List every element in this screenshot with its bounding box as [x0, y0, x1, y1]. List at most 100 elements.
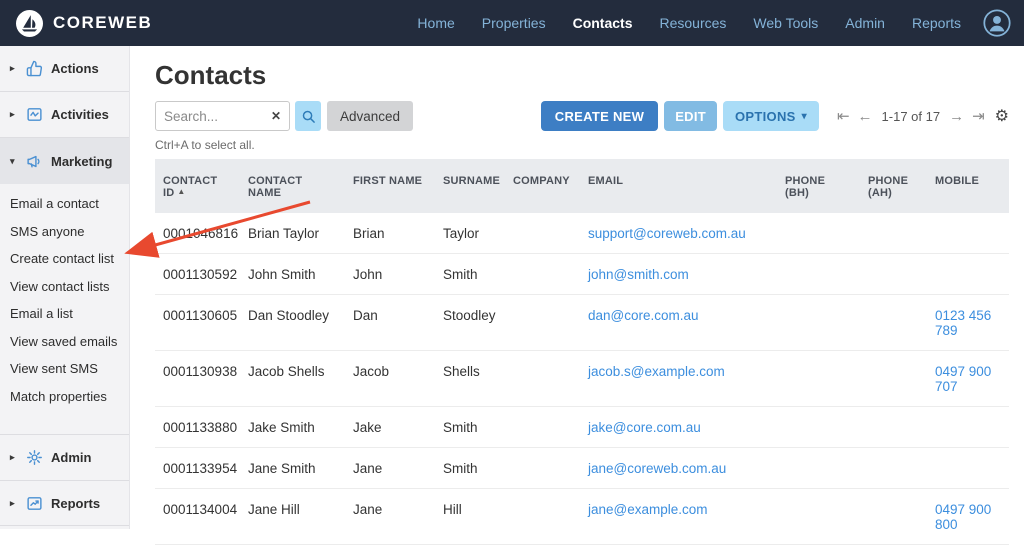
cell-surname: Stoodley	[435, 295, 505, 351]
marketing-submenu-item[interactable]: View contact lists	[0, 273, 129, 301]
cell-phone-ah	[860, 254, 927, 295]
marketing-submenu: Email a contactSMS anyoneCreate contact …	[0, 184, 129, 434]
table-settings-gear-icon[interactable]: ⚙	[989, 106, 1009, 126]
table-row[interactable]: 0001130938 Jacob Shells Jacob Shells jac…	[155, 351, 1009, 407]
email-link[interactable]: jacob.s@example.com	[588, 364, 725, 379]
chevron-down-icon: ▾	[802, 111, 807, 122]
table-column-header[interactable]: MOBILE	[927, 159, 1009, 213]
main-content: Contacts ✕ Advanced CREATE NEW EDIT OPTI…	[130, 46, 1024, 529]
marketing-submenu-item[interactable]: View sent SMS	[0, 355, 129, 383]
cell-email: support@coreweb.com.au	[580, 213, 777, 254]
cell-contact-name: Jane Hill	[240, 489, 345, 545]
cell-phone-bh	[777, 489, 860, 545]
email-link[interactable]: john@smith.com	[588, 267, 689, 282]
mobile-link[interactable]: 0497 900 707	[935, 364, 991, 394]
cell-phone-bh	[777, 448, 860, 489]
brand-logo[interactable]: COREWEB	[16, 10, 152, 37]
topnav-item[interactable]: Properties	[482, 15, 546, 31]
sidebar-item-label: Reports	[51, 496, 100, 511]
cell-email: dan@core.com.au	[580, 295, 777, 351]
cell-company	[505, 448, 580, 489]
table-column-header[interactable]: COMPANY	[505, 159, 580, 213]
table-column-header[interactable]: EMAIL	[580, 159, 777, 213]
select-all-hint: Ctrl+A to select all.	[155, 138, 1009, 152]
topnav-item[interactable]: Web Tools	[753, 15, 818, 31]
table-column-header[interactable]: PHONE (BH)	[777, 159, 860, 213]
options-dropdown-button[interactable]: OPTIONS ▾	[723, 101, 819, 131]
search-box: ✕	[155, 101, 290, 131]
cell-mobile	[927, 407, 1009, 448]
last-page-button[interactable]: ⇥	[968, 107, 989, 125]
topnav-item[interactable]: Contacts	[573, 15, 633, 31]
marketing-submenu-item[interactable]: SMS anyone	[0, 218, 129, 246]
sidebar-item-marketing[interactable]: ▾ Marketing	[0, 138, 129, 184]
sidebar-item-label: Marketing	[51, 154, 112, 169]
table-column-header[interactable]: CONTACT NAME	[240, 159, 345, 213]
table-column-header[interactable]: PHONE (AH)	[860, 159, 927, 213]
search-input[interactable]	[164, 109, 267, 124]
topnav-item[interactable]: Reports	[912, 15, 961, 31]
cell-mobile	[927, 254, 1009, 295]
create-new-button[interactable]: CREATE NEW	[541, 101, 658, 131]
cell-contact-name: Jane Smith	[240, 448, 345, 489]
cell-first-name: Jane	[345, 448, 435, 489]
sidebar-item-activities[interactable]: ▸ Activities	[0, 92, 129, 138]
marketing-submenu-item[interactable]: Create contact list	[0, 245, 129, 273]
mobile-link[interactable]: 0497 900 800	[935, 502, 991, 532]
topnav-item[interactable]: Home	[417, 15, 454, 31]
advanced-search-button[interactable]: Advanced	[327, 101, 413, 131]
table-row[interactable]: 0001130605 Dan Stoodley Dan Stoodley dan…	[155, 295, 1009, 351]
cell-contact-id: 0001130605	[155, 295, 240, 351]
cell-company	[505, 489, 580, 545]
marketing-submenu-item[interactable]: Email a contact	[0, 190, 129, 218]
pagination: ⇤ ← 1-17 of 17 → ⇥ ⚙	[833, 106, 1009, 126]
previous-page-button[interactable]: ←	[854, 108, 877, 125]
cell-surname: Shells	[435, 351, 505, 407]
table-row[interactable]: 0001130592 John Smith John Smith john@sm…	[155, 254, 1009, 295]
cell-contact-name: Dan Stoodley	[240, 295, 345, 351]
cell-phone-ah	[860, 213, 927, 254]
cell-mobile	[927, 213, 1009, 254]
first-page-button[interactable]: ⇤	[833, 107, 854, 125]
email-link[interactable]: jane@example.com	[588, 502, 708, 517]
table-row[interactable]: 0001133954 Jane Smith Jane Smith jane@co…	[155, 448, 1009, 489]
edit-button[interactable]: EDIT	[664, 101, 717, 131]
cell-phone-ah	[860, 448, 927, 489]
cell-phone-bh	[777, 213, 860, 254]
email-link[interactable]: dan@core.com.au	[588, 308, 699, 323]
topnav-item[interactable]: Admin	[845, 15, 885, 31]
cell-contact-name: Jake Smith	[240, 407, 345, 448]
marketing-submenu-item[interactable]: Email a list	[0, 300, 129, 328]
cell-phone-bh	[777, 254, 860, 295]
email-link[interactable]: jane@coreweb.com.au	[588, 461, 726, 476]
table-column-header[interactable]: CONTACT ID▲	[155, 159, 240, 213]
user-avatar-button[interactable]	[983, 9, 1011, 37]
search-button[interactable]	[295, 101, 321, 131]
cell-surname: Smith	[435, 448, 505, 489]
topnav-item[interactable]: Resources	[660, 15, 727, 31]
options-label: OPTIONS	[735, 109, 796, 124]
sidebar-item-actions[interactable]: ▸ Actions	[0, 46, 129, 92]
mobile-link[interactable]: 0123 456 789	[935, 308, 991, 338]
marketing-submenu-item[interactable]: Match properties	[0, 383, 129, 411]
table-column-header[interactable]: FIRST NAME	[345, 159, 435, 213]
sidebar-item-reports[interactable]: ▸ Reports	[0, 480, 129, 526]
sidebar-item-label: Admin	[51, 450, 91, 465]
email-link[interactable]: jake@core.com.au	[588, 420, 701, 435]
gear-icon	[26, 449, 43, 466]
sidebar-item-admin[interactable]: ▸ Admin	[0, 434, 129, 480]
action-buttons: CREATE NEW EDIT OPTIONS ▾ ⇤ ← 1-17 of 17…	[541, 101, 1009, 131]
clear-search-icon[interactable]: ✕	[267, 109, 281, 123]
activity-icon	[26, 106, 43, 123]
table-row[interactable]: 0001046816 Brian Taylor Brian Taylor sup…	[155, 213, 1009, 254]
table-row[interactable]: 0001134004 Jane Hill Jane Hill jane@exam…	[155, 489, 1009, 545]
thumbs-up-icon	[26, 60, 43, 77]
next-page-button[interactable]: →	[945, 108, 968, 125]
table-column-header[interactable]: SURNAME	[435, 159, 505, 213]
cell-email: jacob.s@example.com	[580, 351, 777, 407]
marketing-submenu-item[interactable]: View saved emails	[0, 328, 129, 356]
email-link[interactable]: support@coreweb.com.au	[588, 226, 746, 241]
top-navigation: COREWEB Home Properties Contacts Resources W…	[0, 0, 1024, 46]
table-row[interactable]: 0001133880 Jake Smith Jake Smith jake@co…	[155, 407, 1009, 448]
cell-first-name: Dan	[345, 295, 435, 351]
